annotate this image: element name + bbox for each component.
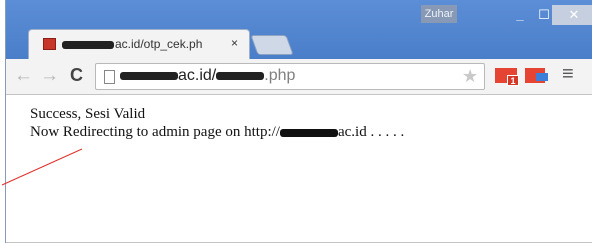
browser-window: Zuhar _ ☐ ✕ ac.id/otp_cek.ph × ← → C ac.… (5, 0, 592, 243)
menu-icon[interactable]: ≡ (562, 63, 574, 86)
title-bar: Zuhar _ ☐ ✕ ac.id/otp_cek.ph × (6, 0, 592, 59)
back-arrow-icon[interactable]: ← (14, 65, 33, 87)
navigation-toolbar: ← → C ac.id/ .php ★ 1 ≡ (6, 59, 592, 95)
redaction-mark (216, 71, 265, 80)
page-content: Success, Sesi Valid Now Redirecting to a… (6, 96, 592, 243)
redirect-suffix: ac.id . . . . . (337, 124, 405, 140)
forward-arrow-icon[interactable]: → (40, 65, 59, 87)
tab-title-text: ac.id/otp_cek.ph (115, 37, 203, 51)
url-text: ac.id/ .php (120, 67, 295, 85)
redaction-mark (279, 128, 338, 137)
redirect-prefix: Now Redirecting to admin page on http:// (30, 124, 280, 140)
tab-close-icon[interactable]: × (231, 36, 238, 50)
redirect-message: Now Redirecting to admin page on http://… (30, 124, 404, 141)
close-window-button[interactable]: ✕ (552, 5, 592, 25)
reload-icon[interactable]: C (70, 65, 83, 86)
redaction-mark (120, 71, 178, 80)
address-bar[interactable]: ac.id/ .php ★ (95, 63, 485, 90)
new-tab-button[interactable] (250, 35, 294, 55)
mail-extension-icon[interactable] (525, 67, 549, 85)
page-icon (104, 70, 115, 84)
url-ext: .php (264, 67, 296, 84)
bookmark-star-icon[interactable]: ★ (462, 66, 478, 87)
url-mid: ac.id/ (178, 67, 217, 84)
gmail-extension-icon[interactable]: 1 (495, 66, 519, 86)
unread-badge: 1 (507, 75, 519, 86)
arrow-icon (536, 73, 548, 81)
tab-title: ac.id/otp_cek.ph (62, 37, 202, 51)
redaction-mark (62, 40, 114, 49)
profile-button[interactable]: Zuhar (421, 5, 457, 23)
status-message: Success, Sesi Valid (30, 106, 146, 122)
site-favicon-icon (43, 38, 56, 50)
tab-active[interactable]: ac.id/otp_cek.ph × (28, 29, 250, 59)
